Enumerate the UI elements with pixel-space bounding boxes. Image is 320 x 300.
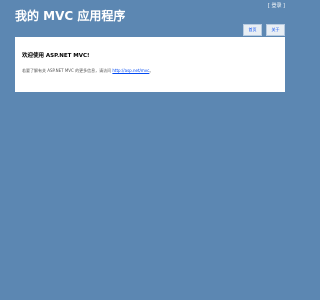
header: 我的 MVC 应用程序 [ 登录 ] 首页 关于 <box>15 0 285 36</box>
main-menu: 首页 关于 <box>243 24 285 36</box>
main-content: 欢迎使用 ASP.NET MVC! 若要了解有关 ASP.NET MVC 的更多… <box>15 37 285 92</box>
welcome-heading: 欢迎使用 ASP.NET MVC! <box>22 53 90 59</box>
app-title: 我的 MVC 应用程序 <box>15 9 126 23</box>
page-container: 我的 MVC 应用程序 [ 登录 ] 首页 关于 欢迎使用 ASP.NET MV… <box>15 0 285 300</box>
login-bracket-close: ] <box>281 3 285 9</box>
login-link[interactable]: 登录 <box>271 3 281 9</box>
info-text-prefix: 若要了解有关 ASP.NET MVC 的更多信息，请访问 <box>22 68 113 73</box>
info-text-suffix: 。 <box>149 68 154 73</box>
login-display: [ 登录 ] <box>268 3 285 9</box>
mvc-link[interactable]: http://asp.net/mvc <box>112 68 149 73</box>
info-text: 若要了解有关 ASP.NET MVC 的更多信息，请访问 http://asp.… <box>22 68 153 73</box>
menu-item-about[interactable]: 关于 <box>266 24 285 36</box>
menu-item-home[interactable]: 首页 <box>243 24 262 36</box>
